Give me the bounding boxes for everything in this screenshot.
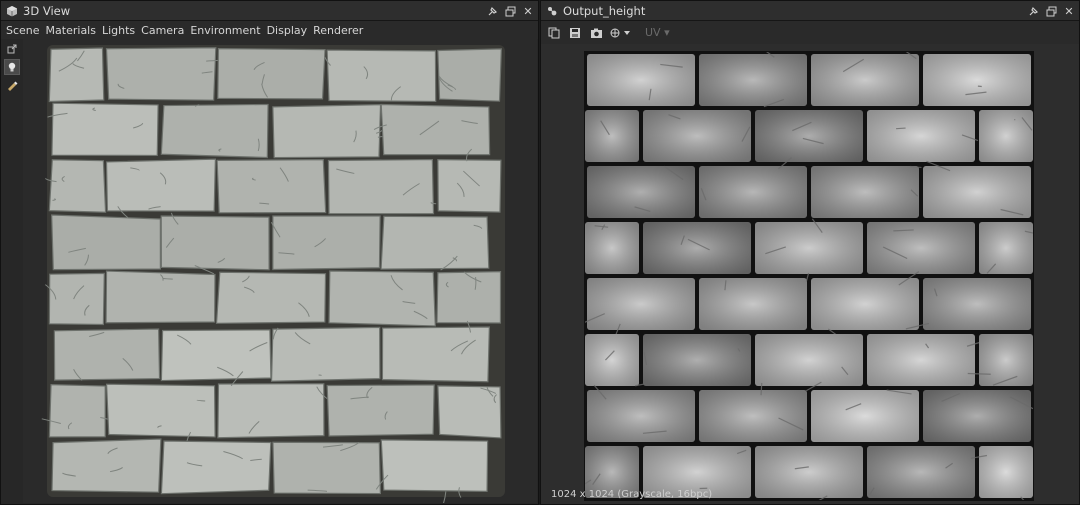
3d-view-titlebar: 3D View ✕	[1, 1, 538, 21]
height-map-image	[562, 45, 1049, 504]
uv-dropdown[interactable]: UV ▾	[645, 26, 670, 39]
pin-icon[interactable]	[1025, 3, 1041, 19]
3d-view-panel: 3D View ✕ Scene Materials Lights Camera …	[0, 0, 539, 505]
pen-tool-icon[interactable]	[4, 77, 20, 93]
menu-environment[interactable]: Environment	[187, 24, 263, 37]
menu-lights[interactable]: Lights	[99, 24, 138, 37]
node-icon	[545, 4, 559, 18]
uv-label: UV	[645, 26, 661, 39]
3d-view-menubar: Scene Materials Lights Camera Environmen…	[1, 21, 538, 39]
3d-view-side-toolbar	[4, 41, 22, 95]
output-height-panel: Output_height ✕ UV ▾ 1024 x 1024 (Graysc…	[540, 0, 1080, 505]
channel-dropdown-icon[interactable]	[609, 25, 633, 41]
3d-viewport[interactable]	[23, 39, 537, 504]
float-window-icon[interactable]	[502, 3, 518, 19]
menu-scene[interactable]: Scene	[1, 24, 43, 37]
image-info-status: 1024 x 1024 (Grayscale, 16bpc)	[551, 489, 713, 500]
cube-icon	[5, 4, 19, 18]
output-height-toolbar: UV ▾	[541, 21, 1079, 44]
copy-image-icon[interactable]	[546, 25, 562, 41]
output-height-titlebar: Output_height ✕	[541, 1, 1079, 21]
2d-texture-view[interactable]: 1024 x 1024 (Grayscale, 16bpc)	[541, 44, 1079, 504]
menu-materials[interactable]: Materials	[43, 24, 99, 37]
output-height-title: Output_height	[563, 3, 646, 18]
menu-renderer[interactable]: Renderer	[310, 24, 366, 37]
menu-display[interactable]: Display	[264, 24, 311, 37]
float-window-icon[interactable]	[1043, 3, 1059, 19]
pin-icon[interactable]	[484, 3, 500, 19]
camera-snapshot-icon[interactable]	[588, 25, 604, 41]
save-image-icon[interactable]	[567, 25, 583, 41]
close-icon[interactable]: ✕	[520, 3, 536, 19]
height-map-frame	[562, 45, 1049, 504]
light-bulb-icon[interactable]	[4, 59, 20, 75]
export-icon[interactable]	[4, 41, 20, 57]
stone-wall-mesh-preview	[41, 45, 505, 504]
menu-camera[interactable]: Camera	[138, 24, 187, 37]
3d-view-title: 3D View	[23, 3, 71, 18]
close-icon[interactable]: ✕	[1061, 3, 1077, 19]
